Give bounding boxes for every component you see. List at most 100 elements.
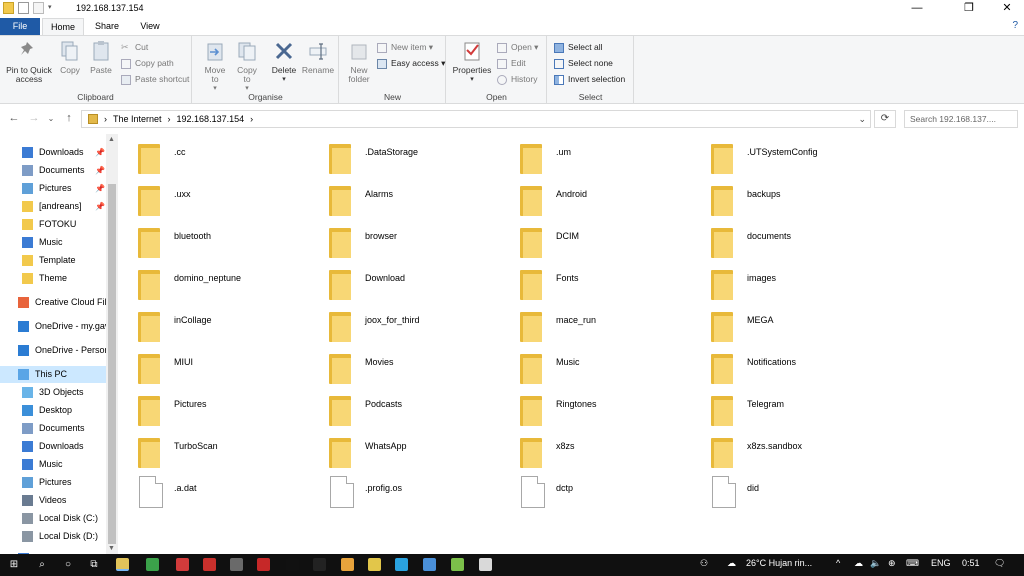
- search-input[interactable]: Search 192.168.137....: [904, 110, 1018, 128]
- customize-quick-access-icon[interactable]: ▾: [48, 2, 56, 14]
- refresh-button[interactable]: ⟳: [874, 110, 896, 128]
- new-folder-quick-icon[interactable]: [33, 2, 44, 14]
- taskbar-app-icon[interactable]: [286, 558, 299, 571]
- address-bar[interactable]: › The Internet › 192.168.137.154 › ⌄: [81, 110, 871, 128]
- nav-item[interactable]: Creative Cloud Fil: [0, 294, 110, 311]
- taskbar-app-icon[interactable]: [176, 558, 189, 571]
- nav-item[interactable]: Downloads 📌: [0, 144, 110, 161]
- taskbar-app-icon[interactable]: [423, 558, 436, 571]
- nav-item[interactable]: FOTOKU: [0, 216, 110, 233]
- breadcrumb-host[interactable]: 192.168.137.154: [177, 114, 245, 124]
- folder-item[interactable]: Pictures: [118, 386, 303, 426]
- forward-arrow-icon[interactable]: →: [27, 112, 41, 124]
- history-button[interactable]: History: [497, 73, 537, 86]
- folder-item[interactable]: DCIM: [500, 218, 685, 258]
- file-item[interactable]: dctp: [500, 470, 685, 510]
- folder-item[interactable]: browser: [309, 218, 494, 258]
- properties-button[interactable]: Properties ▾: [451, 40, 493, 84]
- taskbar-app-icon[interactable]: [313, 558, 326, 571]
- folder-item[interactable]: x8zs.sandbox: [691, 428, 876, 468]
- folder-item[interactable]: images: [691, 260, 876, 300]
- folder-item[interactable]: .cc: [118, 134, 303, 174]
- folder-item[interactable]: Notifications: [691, 344, 876, 384]
- cut-button[interactable]: ✂ Cut: [121, 41, 148, 54]
- notifications-icon[interactable]: 🗨: [994, 558, 1005, 569]
- folder-item[interactable]: Ringtones: [500, 386, 685, 426]
- nav-item[interactable]: Template: [0, 252, 110, 269]
- new-folder-button[interactable]: New folder: [344, 40, 374, 84]
- folder-item[interactable]: backups: [691, 176, 876, 216]
- nav-item[interactable]: Music: [0, 456, 110, 473]
- folder-item[interactable]: joox_for_third: [309, 302, 494, 342]
- taskbar-app-icon[interactable]: [203, 558, 216, 571]
- maximize-button[interactable]: ❐: [952, 0, 986, 18]
- nav-scrollbar[interactable]: ▲ ▼: [106, 134, 118, 554]
- people-icon[interactable]: ⚇: [700, 558, 708, 569]
- copy-path-button[interactable]: Copy path: [121, 57, 174, 70]
- nav-item[interactable]: Documents: [0, 420, 110, 437]
- tab-view[interactable]: View: [130, 18, 170, 35]
- close-button[interactable]: ✕: [990, 0, 1024, 18]
- folder-item[interactable]: .DataStorage: [309, 134, 494, 174]
- language-indicator[interactable]: ENG: [931, 558, 951, 568]
- nav-item[interactable]: OneDrive - my.gav: [0, 318, 110, 335]
- delete-button[interactable]: Delete ▾: [269, 40, 299, 84]
- keyboard-icon[interactable]: ⌨: [906, 558, 919, 569]
- folder-item[interactable]: domino_neptune: [118, 260, 303, 300]
- pin-quick-access-button[interactable]: Pin to Quick access: [4, 40, 54, 84]
- address-dropdown-icon[interactable]: ⌄: [858, 114, 866, 125]
- nav-item[interactable]: Music: [0, 234, 110, 251]
- folder-item[interactable]: MEGA: [691, 302, 876, 342]
- edit-button[interactable]: Edit: [497, 57, 526, 70]
- taskbar-app-icon[interactable]: [257, 558, 270, 571]
- paste-shortcut-button[interactable]: Paste shortcut: [121, 73, 189, 86]
- taskbar-app-icon[interactable]: [230, 558, 243, 571]
- volume-icon[interactable]: 🔈: [870, 558, 881, 569]
- tab-home[interactable]: Home: [42, 18, 84, 35]
- taskbar-app-icon[interactable]: [146, 558, 159, 571]
- nav-item[interactable]: Local Disk (D:): [0, 528, 110, 545]
- cortana-icon[interactable]: ○: [60, 557, 76, 573]
- folder-item[interactable]: Music: [500, 344, 685, 384]
- search-icon[interactable]: ⌕: [34, 557, 50, 573]
- taskbar-app-icon[interactable]: [368, 558, 381, 571]
- nav-item[interactable]: [andreans] 📌: [0, 198, 110, 215]
- scroll-down-icon[interactable]: ▼: [108, 545, 115, 552]
- scroll-thumb[interactable]: [108, 184, 116, 544]
- taskbar-app-icon[interactable]: [451, 558, 464, 571]
- breadcrumb-the-internet[interactable]: The Internet: [113, 114, 162, 124]
- scroll-up-icon[interactable]: ▲: [108, 136, 115, 143]
- windows-start-icon[interactable]: ⊞: [6, 557, 22, 573]
- minimize-button[interactable]: —: [900, 0, 934, 18]
- nav-item[interactable]: Pictures 📌: [0, 180, 110, 197]
- up-arrow-icon[interactable]: ↑: [62, 112, 76, 124]
- network-tray-icon[interactable]: ⊕: [888, 558, 896, 569]
- file-item[interactable]: .a.dat: [118, 470, 303, 510]
- show-hidden-icons-icon[interactable]: ^: [836, 558, 840, 568]
- folder-item[interactable]: .UTSystemConfig: [691, 134, 876, 174]
- folder-item[interactable]: mace_run: [500, 302, 685, 342]
- folder-item[interactable]: Alarms: [309, 176, 494, 216]
- file-item[interactable]: .profig.os: [309, 470, 494, 510]
- help-icon[interactable]: ?: [1012, 20, 1018, 31]
- folder-item[interactable]: inCollage: [118, 302, 303, 342]
- folder-item[interactable]: Podcasts: [309, 386, 494, 426]
- nav-item[interactable]: Local Disk (C:): [0, 510, 110, 527]
- folder-item[interactable]: x8zs: [500, 428, 685, 468]
- nav-item[interactable]: This PC: [0, 366, 110, 383]
- tab-file[interactable]: File: [0, 18, 40, 35]
- recent-locations-chevron-icon[interactable]: ⌄: [44, 114, 58, 123]
- taskbar-app-icon[interactable]: [395, 558, 408, 571]
- folder-item[interactable]: Android: [500, 176, 685, 216]
- tab-share[interactable]: Share: [86, 18, 128, 35]
- move-to-button[interactable]: Move to ▾: [201, 40, 229, 93]
- weather-icon[interactable]: ☁: [727, 558, 736, 569]
- task-view-icon[interactable]: ⧉: [86, 557, 102, 573]
- onedrive-tray-icon[interactable]: ☁: [854, 558, 863, 569]
- select-all-button[interactable]: Select all: [554, 41, 603, 54]
- taskbar-app-icon[interactable]: [341, 558, 354, 571]
- folder-item[interactable]: documents: [691, 218, 876, 258]
- paste-button[interactable]: Paste: [88, 40, 114, 75]
- folder-item[interactable]: WhatsApp: [309, 428, 494, 468]
- properties-quick-icon[interactable]: [18, 2, 29, 14]
